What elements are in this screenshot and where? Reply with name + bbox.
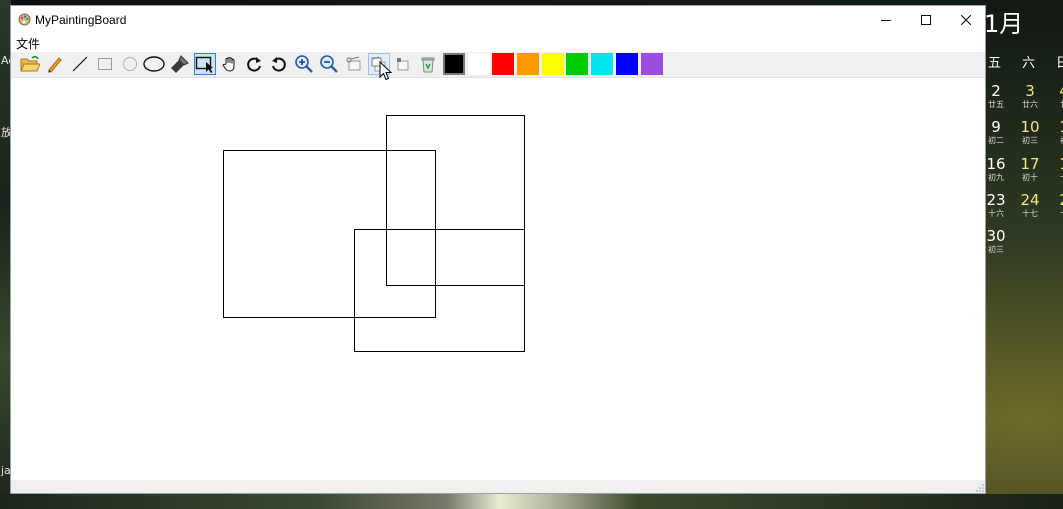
- cut-button[interactable]: [343, 53, 365, 75]
- drawing-canvas[interactable]: [11, 78, 985, 480]
- color-swatch-red[interactable]: [492, 53, 514, 75]
- open-folder-icon: [20, 55, 40, 72]
- resize-grip-icon[interactable]: [976, 484, 984, 492]
- maximize-button[interactable]: [906, 6, 946, 34]
- calendar-day: 1十: [1050, 156, 1063, 183]
- rectangle-tool[interactable]: [94, 53, 116, 75]
- open-button[interactable]: [19, 53, 41, 75]
- color-swatch-yellow[interactable]: [542, 53, 564, 75]
- calendar-day: 9 初二: [988, 118, 1004, 146]
- redo-button[interactable]: [243, 53, 265, 75]
- ellipse-tool[interactable]: [143, 53, 165, 75]
- select-tool[interactable]: [194, 53, 216, 75]
- calendar-weekday: 六: [1022, 56, 1036, 71]
- line-icon: [72, 56, 88, 72]
- pencil-icon: [48, 57, 62, 73]
- toolbar: [11, 52, 985, 78]
- window-title: MyPaintingBoard: [35, 13, 127, 27]
- redo-icon: [247, 57, 261, 72]
- maximize-icon: [921, 15, 931, 25]
- delete-button[interactable]: [417, 53, 439, 75]
- calendar-day: 10 初三: [1020, 118, 1040, 146]
- calendar-day: 1初: [1050, 119, 1063, 146]
- color-swatch-green[interactable]: [566, 53, 588, 75]
- color-swatch-purple[interactable]: [641, 53, 663, 75]
- close-button[interactable]: [946, 6, 986, 34]
- color-swatch-black[interactable]: [443, 53, 465, 75]
- desktop-wallpaper-strip: [0, 494, 1063, 509]
- minimize-icon: [881, 20, 891, 21]
- color-swatch-cyan[interactable]: [591, 53, 613, 75]
- color-swatch-white[interactable]: [468, 53, 490, 75]
- brush-tool[interactable]: [169, 53, 191, 75]
- ellipse-icon: [143, 56, 165, 72]
- calendar-day: 2十: [1050, 192, 1063, 219]
- pencil-tool[interactable]: [44, 53, 66, 75]
- paste-icon: [397, 58, 409, 71]
- hand-icon: [222, 57, 235, 72]
- rectangle-icon: [98, 58, 112, 70]
- zoom-in-button[interactable]: [293, 53, 315, 75]
- undo-button[interactable]: [268, 53, 290, 75]
- calendar-day: 24 十七: [1020, 191, 1040, 219]
- canvas-drawing: [223, 115, 525, 352]
- calendar-day: 17 初十: [1020, 155, 1040, 183]
- undo-icon: [272, 57, 286, 72]
- recycle-bin-icon: [421, 57, 435, 73]
- close-icon: [961, 15, 971, 25]
- calendar-day: 30 初三: [986, 227, 1006, 255]
- status-bar: [11, 480, 985, 493]
- calendar-day: 2 廿五: [988, 82, 1004, 110]
- calendar-weekday: 日: [1056, 56, 1063, 71]
- circle-tool[interactable]: [119, 53, 141, 75]
- menu-file[interactable]: 文件: [16, 35, 40, 52]
- calendar-month: 1月: [984, 10, 1024, 38]
- desktop-calendar-widget: 1月 五 六 日 2廿五 3廿六 4廿 9初二 10初三 1初 16初九 17初…: [984, 0, 1063, 494]
- color-swatch-blue[interactable]: [616, 53, 638, 75]
- select-icon: [195, 56, 213, 73]
- calendar-day: 23 十六: [986, 191, 1006, 219]
- calendar-day: 3 廿六: [1022, 82, 1038, 110]
- title-bar[interactable]: MyPaintingBoard: [11, 6, 985, 34]
- cut-icon: [346, 56, 361, 71]
- brush-icon: [171, 55, 189, 73]
- copy-button[interactable]: [368, 53, 390, 75]
- pan-tool[interactable]: [219, 53, 241, 75]
- copy-icon: [371, 56, 386, 72]
- palette-icon: [18, 13, 31, 26]
- calendar-day: 16 初九: [986, 155, 1006, 183]
- drawn-rectangle: [354, 229, 525, 352]
- line-tool[interactable]: [69, 53, 91, 75]
- color-swatch-orange[interactable]: [517, 53, 539, 75]
- zoom-in-icon: [295, 55, 313, 73]
- circle-icon: [123, 57, 137, 71]
- minimize-button[interactable]: [866, 6, 906, 34]
- app-window: MyPaintingBoard 文件: [10, 5, 986, 494]
- drawn-rectangle: [386, 115, 525, 286]
- zoom-out-button[interactable]: [318, 53, 340, 75]
- calendar-weekday: 五: [988, 56, 1002, 71]
- paste-button[interactable]: [392, 53, 414, 75]
- drawn-rectangle: [223, 150, 436, 318]
- zoom-out-icon: [320, 55, 338, 73]
- menu-bar: 文件: [11, 34, 985, 52]
- calendar-day: 4廿: [1050, 83, 1063, 110]
